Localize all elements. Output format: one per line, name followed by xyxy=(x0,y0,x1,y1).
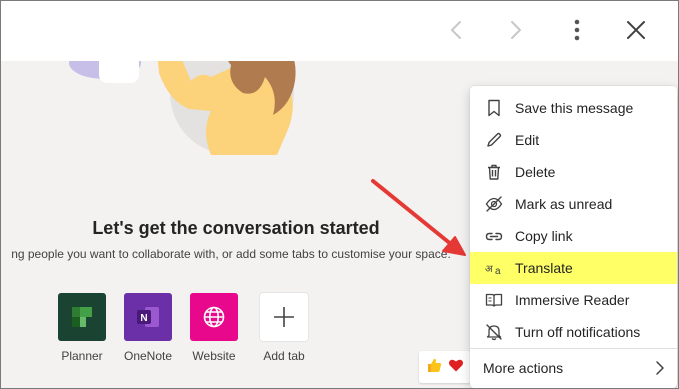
plus-icon xyxy=(274,307,294,327)
menu-item-delete[interactable]: Delete xyxy=(470,156,677,188)
onenote-tile: N xyxy=(124,293,172,341)
menu-item-copy-link[interactable]: Copy link xyxy=(470,220,677,252)
bookmark-icon xyxy=(485,99,503,117)
add-tab-tile xyxy=(260,293,308,341)
close-icon xyxy=(627,21,645,39)
close-button[interactable] xyxy=(619,13,653,47)
more-options-button[interactable] xyxy=(560,13,594,47)
planner-tile xyxy=(58,293,106,341)
app-website[interactable]: Website xyxy=(183,293,245,363)
menu-item-label: More actions xyxy=(483,360,564,376)
menu-item-label: Copy link xyxy=(515,228,573,244)
window-frame: Let's get the conversation started ng pe… xyxy=(0,0,679,389)
svg-text:अ: अ xyxy=(485,264,493,275)
empty-state-title: Let's get the conversation started xyxy=(92,218,380,238)
website-tile xyxy=(190,293,238,341)
eye-off-icon xyxy=(485,195,503,213)
app-onenote[interactable]: N OneNote xyxy=(117,293,179,363)
thumbs-up-icon[interactable] xyxy=(426,357,442,378)
menu-item-label: Translate xyxy=(515,260,573,276)
globe-icon xyxy=(203,306,225,328)
menu-item-label: Save this message xyxy=(515,100,634,116)
next-button[interactable] xyxy=(499,13,533,47)
app-add-tab[interactable]: Add tab xyxy=(253,293,315,363)
menu-item-immersive-reader[interactable]: Immersive Reader xyxy=(470,284,677,316)
previous-button[interactable] xyxy=(439,13,473,47)
app-label: OneNote xyxy=(123,349,173,363)
link-icon xyxy=(485,227,503,245)
welcome-illustration xyxy=(69,61,296,155)
planner-icon xyxy=(72,307,92,327)
svg-text:a: a xyxy=(495,266,501,276)
chevron-right-icon xyxy=(655,360,665,379)
empty-state-subtitle: ng people you want to collaborate with, … xyxy=(11,247,451,261)
app-label: Website xyxy=(192,349,236,363)
menu-item-edit[interactable]: Edit xyxy=(470,124,677,156)
reactions-bar xyxy=(419,351,471,383)
menu-divider xyxy=(470,348,677,349)
pencil-icon xyxy=(485,131,503,149)
app-label: Planner xyxy=(61,349,103,363)
app-label: Add tab xyxy=(263,349,305,363)
menu-item-turn-off-notifications[interactable]: Turn off notifications xyxy=(470,316,677,348)
bell-off-icon xyxy=(485,323,503,341)
translate-icon: अa xyxy=(485,259,503,277)
chevron-right-icon xyxy=(511,21,521,39)
message-context-menu: Save this message Edit Delete Mark as un… xyxy=(470,86,677,388)
menu-item-label: Immersive Reader xyxy=(515,292,630,308)
menu-item-label: Delete xyxy=(515,164,556,180)
more-vertical-icon xyxy=(574,19,580,41)
menu-item-label: Mark as unread xyxy=(515,196,613,212)
menu-item-label: Edit xyxy=(515,132,540,148)
immersive-reader-icon xyxy=(485,291,503,309)
menu-item-more-actions[interactable]: More actions xyxy=(470,351,677,385)
app-planner[interactable]: Planner xyxy=(51,293,113,363)
menu-item-label: Turn off notifications xyxy=(515,324,641,340)
heart-icon[interactable] xyxy=(448,357,464,378)
menu-item-save[interactable]: Save this message xyxy=(470,92,677,124)
chevron-left-icon xyxy=(451,21,461,39)
menu-item-translate[interactable]: अa Translate xyxy=(470,252,677,284)
trash-icon xyxy=(485,163,503,181)
header-bar xyxy=(1,1,678,61)
onenote-icon: N xyxy=(137,307,159,327)
svg-text:N: N xyxy=(140,313,147,324)
menu-item-mark-unread[interactable]: Mark as unread xyxy=(470,188,677,220)
